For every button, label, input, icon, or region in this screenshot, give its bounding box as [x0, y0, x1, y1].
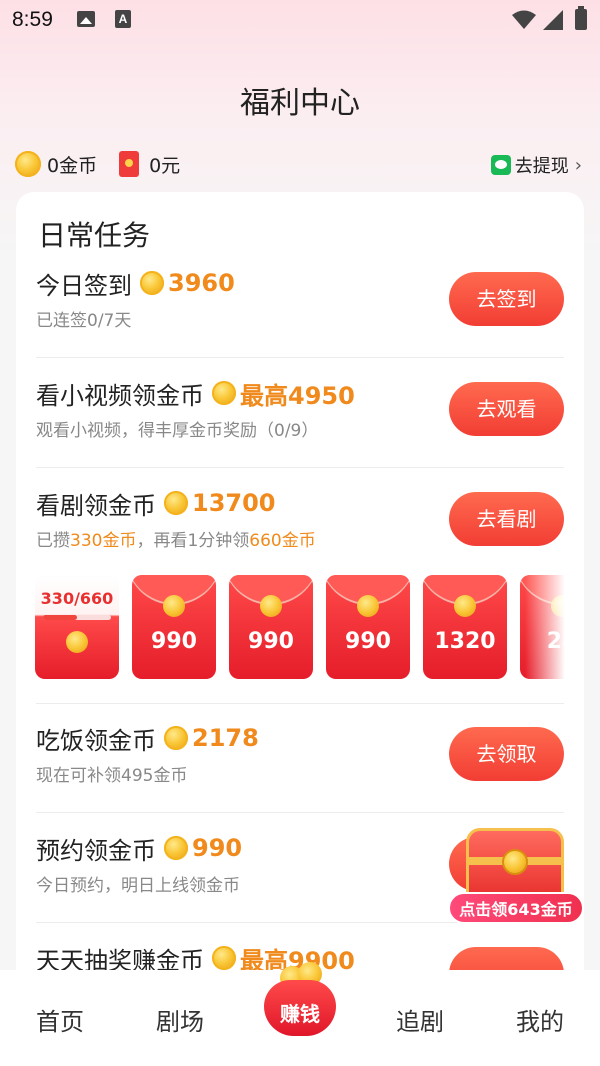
nav-mine[interactable]: 我的 — [516, 1002, 564, 1037]
red-envelope[interactable]: 28 — [520, 575, 565, 679]
signal-icon — [543, 10, 563, 30]
treasure-chest-widget[interactable]: 点击领643金币 — [448, 822, 584, 926]
task-name: 吃饭领金币 — [36, 726, 156, 755]
task-desc: 已攒330金币，再看1分钟领660金币 — [36, 526, 316, 551]
task-name: 看剧领金币 — [36, 491, 156, 520]
task-name: 预约领金币 — [36, 836, 156, 865]
checkin-button[interactable]: 去签到 — [449, 272, 564, 326]
envelope-value: 990 — [248, 629, 294, 654]
page-title: 福利中心 — [240, 86, 360, 121]
task-checkin: 今日签到 3960 已连签0/7天 去签到 — [36, 248, 564, 358]
nav-earn[interactable]: 赚钱 — [262, 958, 338, 1038]
image-notification-icon — [77, 11, 95, 27]
coin-icon — [164, 726, 188, 750]
wifi-icon — [512, 10, 536, 29]
treasure-label: 点击领643金币 — [448, 892, 584, 924]
claim-button[interactable]: 去领取 — [449, 727, 564, 781]
envelope-value: 1320 — [434, 629, 496, 654]
coin-icon — [140, 271, 164, 295]
coin-icon — [502, 849, 528, 875]
task-desc: 已连签0/7天 — [36, 311, 132, 331]
watch-drama-button[interactable]: 去看剧 — [449, 492, 564, 546]
coin-balance: 0金币 — [47, 154, 98, 177]
status-time: 8:59 — [12, 8, 53, 31]
status-bar: 8:59 A — [0, 0, 600, 40]
coin-icon — [15, 151, 41, 177]
coin-icon — [164, 491, 188, 515]
wallet-summary: 0金币 0元 — [15, 148, 180, 180]
app-notification-icon: A — [115, 10, 131, 28]
desc-text: ，再看1分钟领 — [136, 531, 250, 551]
task-reward: 2178 — [192, 724, 259, 752]
nav-theater[interactable]: 剧场 — [156, 1002, 204, 1037]
red-envelope-progress[interactable]: 330/660 — [35, 575, 119, 679]
wechat-icon — [490, 155, 511, 175]
red-envelope[interactable]: 990 — [132, 575, 216, 679]
cash-balance: 0元 — [149, 154, 181, 177]
nav-earn-label: 赚钱 — [280, 1002, 320, 1026]
nav-follow[interactable]: 追剧 — [396, 1002, 444, 1037]
coin-icon — [164, 836, 188, 860]
task-watch-videos: 看小视频领金币 最高4950 观看小视频，得丰厚金币奖励（0/9） 去观看 — [36, 358, 564, 468]
desc-text: 已攒 — [36, 531, 70, 551]
watch-videos-button[interactable]: 去观看 — [449, 382, 564, 436]
task-name: 今日签到 — [36, 271, 132, 300]
envelope-value: 990 — [345, 629, 391, 654]
red-envelope-row[interactable]: 330/660 990 990 990 1320 28 — [35, 575, 565, 681]
envelope-flap — [520, 575, 565, 603]
envelope-progress-fill — [43, 615, 77, 620]
coin-icon — [212, 946, 236, 970]
task-name: 看小视频领金币 — [36, 381, 204, 410]
envelope-value: 28 — [546, 629, 565, 654]
red-envelope[interactable]: 1320 — [423, 575, 507, 679]
chevron-right-icon: › — [574, 154, 582, 176]
coin-icon — [212, 381, 236, 405]
battery-icon — [575, 6, 587, 30]
task-reward: 最高4950 — [240, 381, 355, 410]
coin-icon — [454, 595, 476, 617]
withdraw-link[interactable]: 去提现 › — [490, 152, 582, 178]
task-desc: 今日预约，明日上线领金币 — [36, 876, 240, 896]
envelope-value: 990 — [151, 629, 197, 654]
task-desc: 现在可补领495金币 — [36, 766, 188, 786]
coin-icon — [357, 595, 379, 617]
withdraw-label: 去提现 — [514, 156, 569, 177]
red-envelope[interactable]: 990 — [326, 575, 410, 679]
coin-icon — [551, 595, 565, 617]
nav-home[interactable]: 首页 — [36, 1002, 84, 1037]
task-reward: 13700 — [192, 489, 276, 517]
bottom-nav: 首页 剧场 赚钱 追剧 我的 — [0, 962, 600, 1066]
task-reward: 3960 — [168, 269, 235, 297]
coin-icon — [66, 631, 88, 653]
desc-highlight: 660金币 — [249, 531, 316, 551]
red-envelope[interactable]: 990 — [229, 575, 313, 679]
task-meal: 吃饭领金币 2178 现在可补领495金币 去领取 — [36, 703, 564, 813]
treasure-chest-icon — [466, 828, 564, 900]
coin-icon — [260, 595, 282, 617]
envelope-progress-label: 330/660 — [40, 589, 114, 608]
task-desc: 观看小视频，得丰厚金币奖励（0/9） — [36, 421, 319, 441]
coin-icon — [163, 595, 185, 617]
red-envelope-icon — [119, 151, 140, 177]
envelope-progress-bar — [43, 615, 111, 620]
desc-highlight: 330金币 — [70, 531, 137, 551]
task-reward: 990 — [192, 834, 243, 862]
